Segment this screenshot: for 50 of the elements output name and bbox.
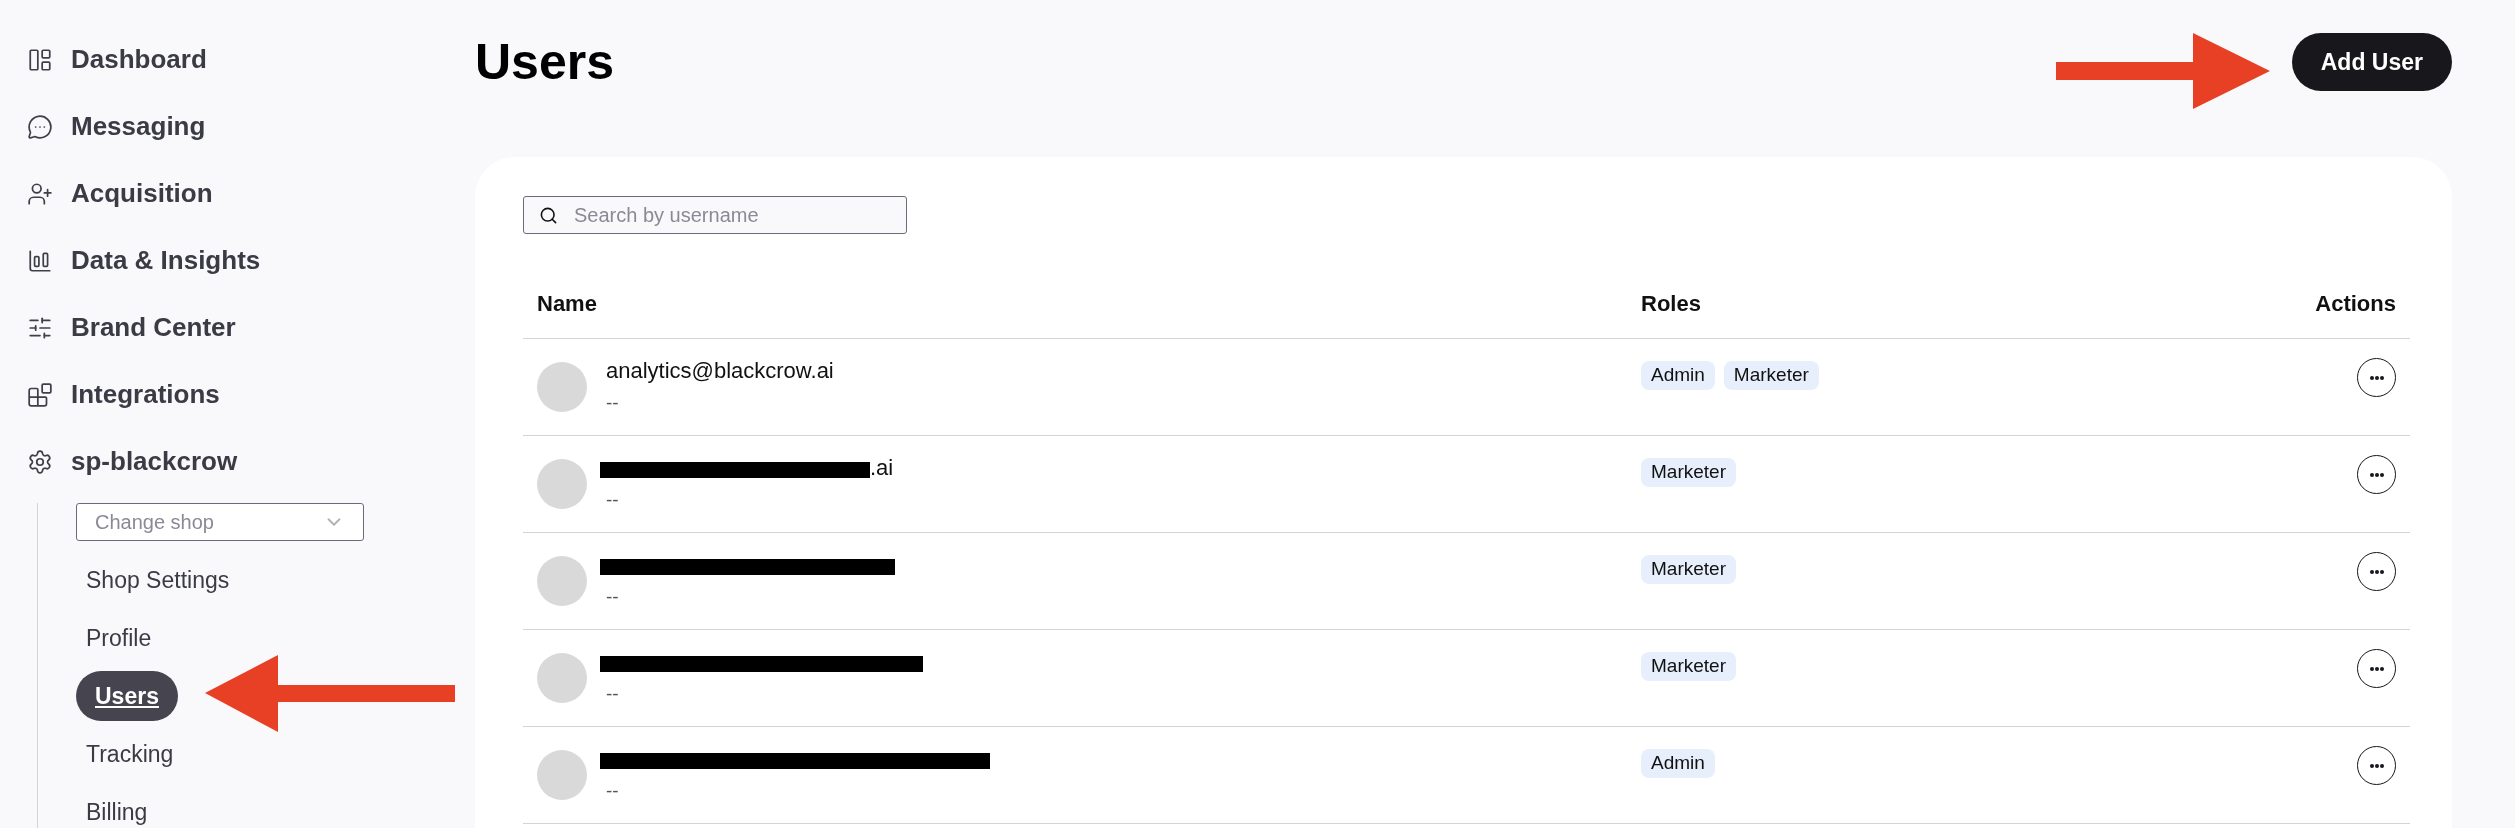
search-icon xyxy=(539,206,558,225)
more-icon xyxy=(2369,666,2384,671)
avatar xyxy=(537,750,587,800)
submenu-item[interactable]: Users xyxy=(76,670,178,722)
nav-item[interactable]: Acquisition xyxy=(71,174,213,213)
chat-bubble-icon xyxy=(27,113,53,140)
column-header: Roles xyxy=(1641,290,1702,318)
role-tag: Marketer xyxy=(1723,361,1819,390)
avatar xyxy=(537,362,587,412)
role-tag: Marketer xyxy=(1641,458,1736,487)
nav-item[interactable]: sp-blackcrow xyxy=(71,442,238,481)
search-field[interactable]: Search by username xyxy=(523,196,907,234)
user-subtitle: -- xyxy=(606,681,620,706)
role-tag: Marketer xyxy=(1641,555,1736,584)
more-icon xyxy=(2369,472,2384,477)
page-title: Users xyxy=(475,32,614,92)
nav-item[interactable]: Integrations xyxy=(71,375,220,414)
add-user-button[interactable]: Add User xyxy=(2291,33,2452,91)
avatar xyxy=(537,459,587,509)
submenu-item[interactable]: Shop Settings xyxy=(76,562,240,598)
settings-icon xyxy=(27,448,53,475)
layout-icon xyxy=(27,46,53,73)
submenu-item[interactable]: Tracking xyxy=(76,736,184,772)
role-tag: Marketer xyxy=(1641,652,1736,681)
shop-select[interactable]: Change shop xyxy=(76,503,364,541)
user-email: analytics@blackcrow.ai xyxy=(606,356,834,385)
user-subtitle: -- xyxy=(606,390,620,415)
role-tag: Admin xyxy=(1641,361,1715,390)
avatar xyxy=(537,556,587,606)
nav-item[interactable]: Dashboard xyxy=(71,40,207,79)
column-header: Actions xyxy=(2314,290,2396,318)
more-icon xyxy=(2369,763,2384,768)
avatar xyxy=(537,653,587,703)
user-plus-icon xyxy=(27,180,53,207)
column-header: Name xyxy=(537,290,598,318)
sliders-icon xyxy=(27,314,53,341)
submenu-item[interactable]: Profile xyxy=(76,620,162,656)
blocks-icon xyxy=(27,381,53,408)
nav-item[interactable]: Data & Insights xyxy=(71,241,261,280)
more-icon xyxy=(2369,375,2384,380)
role-tag: Admin xyxy=(1641,749,1715,778)
user-subtitle: -- xyxy=(606,487,620,512)
nav-item[interactable]: Brand Center xyxy=(71,308,236,347)
user-subtitle: -- xyxy=(606,778,620,803)
user-subtitle: -- xyxy=(606,584,620,609)
more-icon xyxy=(2369,569,2384,574)
user-email: .ai xyxy=(870,453,894,482)
submenu-item[interactable]: Billing xyxy=(76,794,158,828)
bar-chart-icon xyxy=(27,247,53,274)
nav-item[interactable]: Messaging xyxy=(71,107,206,146)
